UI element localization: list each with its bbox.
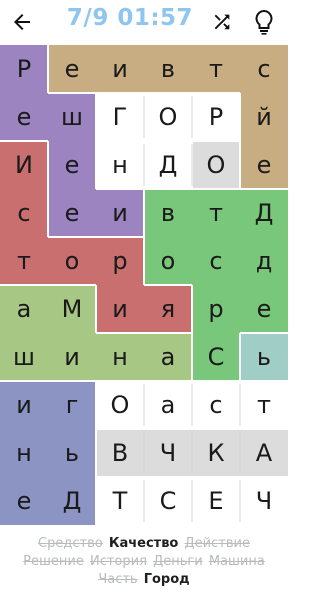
letter-cell[interactable]: д bbox=[240, 237, 288, 285]
letter-cell[interactable]: и bbox=[48, 333, 96, 381]
letter-cell[interactable]: Г bbox=[96, 93, 144, 141]
letter-cell[interactable]: с bbox=[0, 189, 48, 237]
letter-cell[interactable]: т bbox=[240, 381, 288, 429]
letter-cell[interactable]: е bbox=[240, 285, 288, 333]
letter-cell[interactable]: т bbox=[192, 45, 240, 93]
letter-cell[interactable]: ш bbox=[48, 93, 96, 141]
letter-cell[interactable]: р bbox=[192, 285, 240, 333]
letter-cell[interactable]: й bbox=[240, 93, 288, 141]
letter-cell[interactable]: ш bbox=[0, 333, 48, 381]
letter-cell[interactable]: т bbox=[0, 237, 48, 285]
word-item: Деньги bbox=[153, 554, 203, 569]
letter-cell[interactable]: Ч bbox=[240, 477, 288, 525]
letter-cell[interactable]: н bbox=[96, 333, 144, 381]
word-item: Качество bbox=[108, 536, 179, 551]
letter-cell[interactable]: Д bbox=[48, 477, 96, 525]
letter-cell[interactable]: Е bbox=[192, 477, 240, 525]
letter-cell[interactable]: н bbox=[96, 141, 144, 189]
letter-cell[interactable]: и bbox=[96, 285, 144, 333]
top-bar: 7/9 01:57 bbox=[0, 0, 288, 44]
letter-cell[interactable]: р bbox=[96, 237, 144, 285]
word-item: Машина bbox=[208, 554, 265, 569]
letter-cell[interactable]: а bbox=[0, 285, 48, 333]
lightbulb-icon[interactable] bbox=[248, 5, 280, 39]
letter-cell[interactable]: С bbox=[144, 477, 192, 525]
letter-cell[interactable]: Т bbox=[96, 477, 144, 525]
letter-cell[interactable]: е bbox=[0, 93, 48, 141]
letter-cell[interactable]: н bbox=[0, 429, 48, 477]
letter-cell[interactable]: с bbox=[192, 237, 240, 285]
shuffle-icon[interactable] bbox=[206, 6, 238, 38]
letter-cell[interactable]: О bbox=[96, 381, 144, 429]
letter-cell[interactable]: я bbox=[144, 285, 192, 333]
letter-cell[interactable]: Д bbox=[240, 189, 288, 237]
letter-cell[interactable]: о bbox=[48, 237, 96, 285]
word-item: Действие bbox=[184, 536, 250, 551]
word-item: Решение bbox=[23, 554, 84, 569]
letter-cell[interactable]: Р bbox=[192, 93, 240, 141]
letter-cell[interactable]: г bbox=[48, 381, 96, 429]
letter-cell[interactable]: о bbox=[144, 237, 192, 285]
letter-cell[interactable]: а bbox=[144, 333, 192, 381]
letter-cell[interactable]: В bbox=[96, 429, 144, 477]
letter-cell[interactable]: в bbox=[144, 45, 192, 93]
letter-cell[interactable]: с bbox=[240, 45, 288, 93]
letter-cell[interactable]: в bbox=[144, 189, 192, 237]
letter-cell[interactable]: О bbox=[144, 93, 192, 141]
level-and-timer: 7/9 01:57 bbox=[66, 5, 194, 31]
letter-cell[interactable]: е bbox=[48, 45, 96, 93]
back-arrow-icon[interactable] bbox=[6, 6, 38, 38]
letter-cell[interactable]: е bbox=[48, 141, 96, 189]
letter-cell[interactable]: И bbox=[0, 141, 48, 189]
letter-cell[interactable]: О bbox=[192, 141, 240, 189]
word-item: Средство bbox=[38, 536, 103, 551]
letter-cell[interactable]: т bbox=[192, 189, 240, 237]
letter-cell[interactable]: Р bbox=[0, 45, 48, 93]
letter-cell[interactable]: М bbox=[48, 285, 96, 333]
letter-cell[interactable]: е bbox=[0, 477, 48, 525]
letter-cell[interactable]: А bbox=[240, 429, 288, 477]
letter-cell[interactable]: е bbox=[240, 141, 288, 189]
letter-cell[interactable]: с bbox=[192, 381, 240, 429]
letter-cell[interactable]: Д bbox=[144, 141, 192, 189]
letter-cell[interactable]: ь bbox=[240, 333, 288, 381]
letter-cell[interactable]: ь bbox=[48, 429, 96, 477]
letter-cell[interactable]: и bbox=[0, 381, 48, 429]
letter-grid[interactable]: РеивтсешГОРйИенДОесеивтДторосдаМиярешина… bbox=[0, 45, 288, 525]
letter-cell[interactable]: и bbox=[96, 189, 144, 237]
word-item: История bbox=[90, 554, 147, 569]
word-list: Средство Качество Действие Решение Истор… bbox=[0, 535, 288, 589]
letter-cell[interactable]: е bbox=[48, 189, 96, 237]
letter-cell[interactable]: а bbox=[144, 381, 192, 429]
letter-cell[interactable]: Ч bbox=[144, 429, 192, 477]
letter-cell[interactable]: С bbox=[192, 333, 240, 381]
word-item: Часть bbox=[98, 572, 138, 587]
letter-cell[interactable]: и bbox=[96, 45, 144, 93]
letter-cell[interactable]: К bbox=[192, 429, 240, 477]
word-item: Город bbox=[143, 572, 190, 587]
